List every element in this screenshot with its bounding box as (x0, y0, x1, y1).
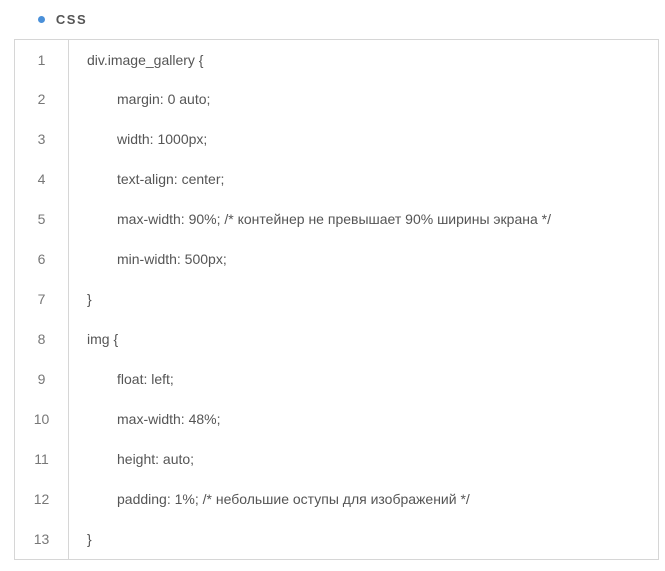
code-line: text-align: center; (69, 159, 659, 199)
code-row: 13 } (15, 519, 659, 559)
code-row: 11 height: auto; (15, 439, 659, 479)
code-line: max-width: 90%; /* контейнер не превышае… (69, 199, 659, 239)
code-line: float: left; (69, 359, 659, 399)
code-block-header: CSS (10, 10, 655, 27)
code-line: } (69, 279, 659, 319)
line-number: 1 (15, 39, 69, 79)
line-number: 10 (15, 399, 69, 439)
code-row: 4 text-align: center; (15, 159, 659, 199)
line-number: 11 (15, 439, 69, 479)
line-number: 9 (15, 359, 69, 399)
code-row: 8 img { (15, 319, 659, 359)
line-number: 2 (15, 79, 69, 119)
language-label: CSS (56, 12, 87, 27)
line-number: 4 (15, 159, 69, 199)
code-line: min-width: 500px; (69, 239, 659, 279)
code-line: height: auto; (69, 439, 659, 479)
code-row: 10 max-width: 48%; (15, 399, 659, 439)
code-row: 9 float: left; (15, 359, 659, 399)
line-number: 13 (15, 519, 69, 559)
code-row: 7 } (15, 279, 659, 319)
code-line: max-width: 48%; (69, 399, 659, 439)
code-line: width: 1000px; (69, 119, 659, 159)
code-row: 12 padding: 1%; /* небольшие оступы для … (15, 479, 659, 519)
line-number: 3 (15, 119, 69, 159)
code-table: 1 div.image_gallery { 2 margin: 0 auto; … (14, 39, 659, 560)
line-number: 7 (15, 279, 69, 319)
code-row: 5 max-width: 90%; /* контейнер не превыш… (15, 199, 659, 239)
line-number: 12 (15, 479, 69, 519)
bullet-icon (38, 16, 45, 23)
code-row: 2 margin: 0 auto; (15, 79, 659, 119)
code-line: div.image_gallery { (69, 39, 659, 79)
code-line: img { (69, 319, 659, 359)
code-row: 3 width: 1000px; (15, 119, 659, 159)
code-line: } (69, 519, 659, 559)
line-number: 5 (15, 199, 69, 239)
line-number: 8 (15, 319, 69, 359)
code-row: 6 min-width: 500px; (15, 239, 659, 279)
code-line: margin: 0 auto; (69, 79, 659, 119)
code-row: 1 div.image_gallery { (15, 39, 659, 79)
code-line: padding: 1%; /* небольшие оступы для изо… (69, 479, 659, 519)
line-number: 6 (15, 239, 69, 279)
